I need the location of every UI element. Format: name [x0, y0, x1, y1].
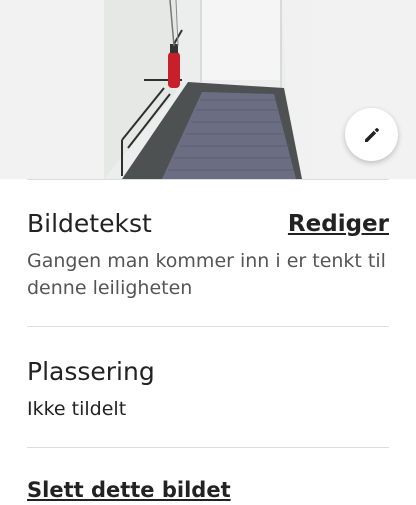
- divider: [27, 179, 389, 180]
- edit-caption-link[interactable]: Rediger: [288, 208, 389, 240]
- hallway-photo-illustration: [104, 0, 312, 179]
- pencil-icon: [364, 127, 379, 142]
- delete-photo-link[interactable]: Slett dette bildet: [27, 475, 231, 505]
- location-value: Ikke tildelt: [27, 398, 127, 420]
- divider: [27, 326, 389, 327]
- caption-title: Bildetekst: [27, 209, 152, 238]
- photo-area: [0, 0, 416, 179]
- divider: [27, 447, 389, 448]
- edit-photo-button[interactable]: [345, 108, 398, 161]
- location-title: Plassering: [27, 357, 155, 386]
- photo: [104, 0, 312, 179]
- caption-text: Gangen man kommer inn i er tenkt til den…: [27, 250, 386, 299]
